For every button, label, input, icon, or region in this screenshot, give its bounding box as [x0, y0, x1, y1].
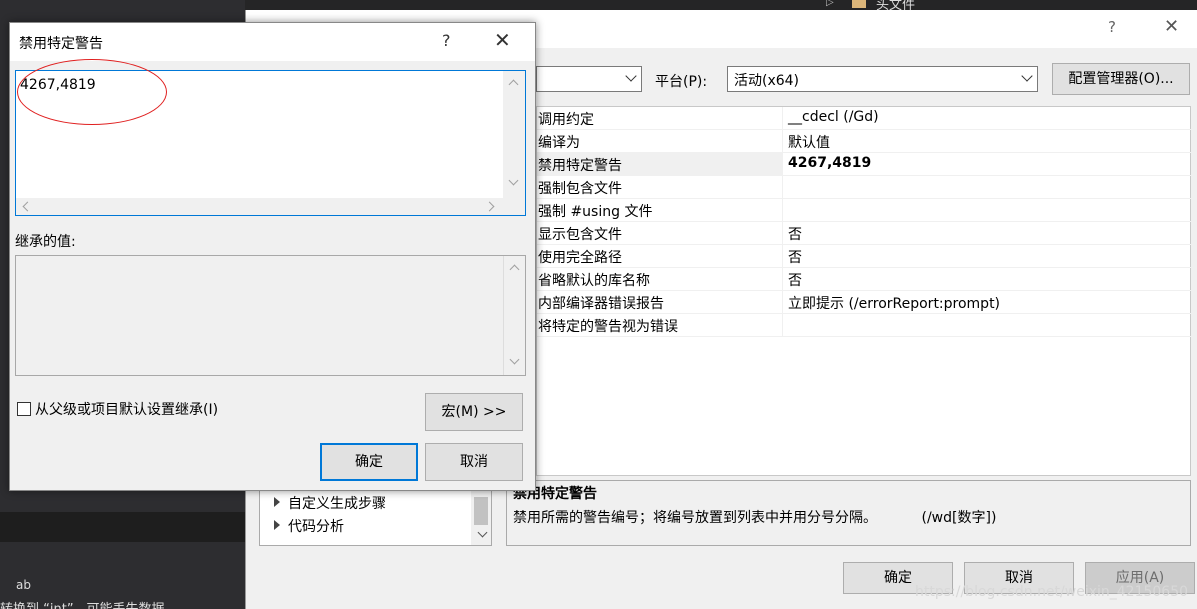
inherited-values-label: 继承的值: [15, 234, 76, 250]
property-value[interactable] [782, 176, 1192, 199]
property-category-tree: 自定义生成步骤 代码分析 [259, 482, 492, 546]
property-name: 禁用特定警告 [537, 153, 782, 176]
configuration-combo[interactable] [536, 66, 642, 92]
property-row[interactable]: 省略默认的库名称 否 [537, 268, 1192, 291]
property-name: 显示包含文件 [538, 227, 622, 243]
chevron-down-icon [625, 70, 637, 82]
platform-label: 平台(P): [655, 74, 708, 90]
folder-icon [852, 0, 866, 8]
inherited-values-box [15, 255, 526, 376]
ok-button[interactable]: 确定 [320, 443, 418, 481]
property-value[interactable]: 否 [782, 268, 1192, 291]
platform-value: 活动(x64) [734, 73, 800, 89]
macro-button[interactable]: 宏(M) >> [425, 393, 523, 431]
dialog-titlebar: 禁用特定警告 ? ✕ [10, 23, 535, 61]
property-name: 强制包含文件 [538, 181, 622, 197]
chevron-down-icon [1021, 70, 1033, 82]
property-name: 将特定的警告视为错误 [538, 319, 678, 335]
property-row-selected[interactable]: 禁用特定警告 4267,4819 [537, 153, 1192, 176]
expand-arrow-icon[interactable] [274, 520, 280, 530]
property-row[interactable]: 编译为 默认值 [537, 130, 1192, 153]
cancel-button[interactable]: 取消 [425, 443, 523, 481]
tree-item-custom-build[interactable]: 自定义生成步骤 [274, 493, 386, 513]
vertical-scrollbar[interactable] [503, 256, 525, 375]
scroll-up-icon[interactable] [509, 264, 520, 275]
property-row[interactable]: 内部编译器错误报告 立即提示 (/errorReport:prompt) [537, 291, 1192, 314]
property-name: 内部编译器错误报告 [538, 296, 664, 312]
scroll-down-icon[interactable] [477, 527, 488, 538]
ide-error-text: 转换到 “int”，可能丢失数据 [0, 598, 245, 609]
annotation-circle [17, 59, 167, 125]
text-icon[interactable]: ab [16, 578, 38, 594]
horizontal-scrollbar[interactable] [16, 198, 525, 215]
expand-arrow-icon[interactable]: ▷ [826, 0, 834, 8]
platform-combo[interactable]: 活动(x64) [727, 66, 1038, 92]
watermark-text: https://blog.csdn.net/weixin_42150650 [915, 584, 1189, 600]
property-row[interactable]: 显示包含文件 否 [537, 222, 1192, 245]
inherit-checkbox-row[interactable]: 从父级或项目默认设置继承(I) [17, 399, 218, 419]
tree-scrollbar[interactable] [471, 483, 491, 545]
property-value[interactable]: 否 [782, 245, 1192, 268]
description-text: 禁用所需的警告编号；将编号放置到列表中并用分号分隔。 (/wd[数字]) [513, 510, 997, 526]
configuration-manager-button[interactable]: 配置管理器(O)... [1052, 63, 1190, 95]
property-value[interactable]: __cdecl (/Gd) [782, 107, 1192, 130]
tree-item-label: 代码分析 [288, 519, 344, 535]
property-name: 使用完全路径 [538, 250, 622, 266]
property-value[interactable]: 立即提示 (/errorReport:prompt) [782, 291, 1192, 314]
property-name: 编译为 [538, 135, 580, 151]
warning-numbers-textarea[interactable]: 4267,4819 [15, 59, 526, 216]
tree-item-code-analysis[interactable]: 代码分析 [274, 516, 344, 536]
property-value[interactable] [782, 199, 1192, 222]
disable-warnings-dialog: 禁用特定警告 ? ✕ 4267,4819 继承的值: 从父级或项目默认设置继承(… [9, 22, 536, 491]
dialog-title: 禁用特定警告 [19, 36, 103, 52]
scroll-down-icon[interactable] [509, 354, 520, 365]
inherit-checkbox[interactable] [17, 402, 31, 416]
property-row[interactable]: 强制包含文件 [537, 176, 1192, 199]
scroll-down-icon[interactable] [508, 175, 519, 186]
property-row[interactable]: 调用约定 __cdecl (/Gd) [537, 107, 1192, 130]
scrollbar-thumb[interactable] [474, 497, 488, 525]
property-value[interactable]: 否 [782, 222, 1192, 245]
help-button[interactable]: ? [442, 31, 451, 50]
inherit-checkbox-label: 从父级或项目默认设置继承(I) [35, 402, 219, 418]
property-value[interactable]: 4267,4819 [782, 153, 1192, 176]
property-name: 调用约定 [538, 112, 594, 128]
description-panel: 禁用特定警告 禁用所需的警告编号；将编号放置到列表中并用分号分隔。 (/wd[数… [506, 480, 1191, 546]
property-value[interactable] [782, 314, 1192, 337]
vertical-scrollbar[interactable] [503, 71, 525, 198]
property-name: 省略默认的库名称 [538, 273, 650, 289]
tree-item-label: 自定义生成步骤 [288, 496, 386, 512]
property-grid: 调用约定 __cdecl (/Gd) 编译为 默认值 禁用特定警告 4267,4… [536, 106, 1192, 476]
scroll-right-icon[interactable] [484, 201, 495, 212]
property-row[interactable]: 将特定的警告视为错误 [537, 314, 1192, 337]
close-button[interactable]: ✕ [494, 28, 511, 52]
help-button[interactable]: ? [1108, 18, 1116, 36]
property-row[interactable]: 强制 #using 文件 [537, 199, 1192, 222]
scroll-up-icon[interactable] [508, 79, 519, 90]
ide-strip [0, 512, 245, 542]
expand-arrow-icon[interactable] [274, 497, 280, 507]
close-button[interactable]: ✕ [1164, 16, 1179, 37]
scroll-left-icon[interactable] [22, 201, 33, 212]
property-value[interactable]: 默认值 [782, 130, 1192, 153]
property-row[interactable]: 使用完全路径 否 [537, 245, 1192, 268]
property-name: 强制 #using 文件 [538, 204, 653, 220]
